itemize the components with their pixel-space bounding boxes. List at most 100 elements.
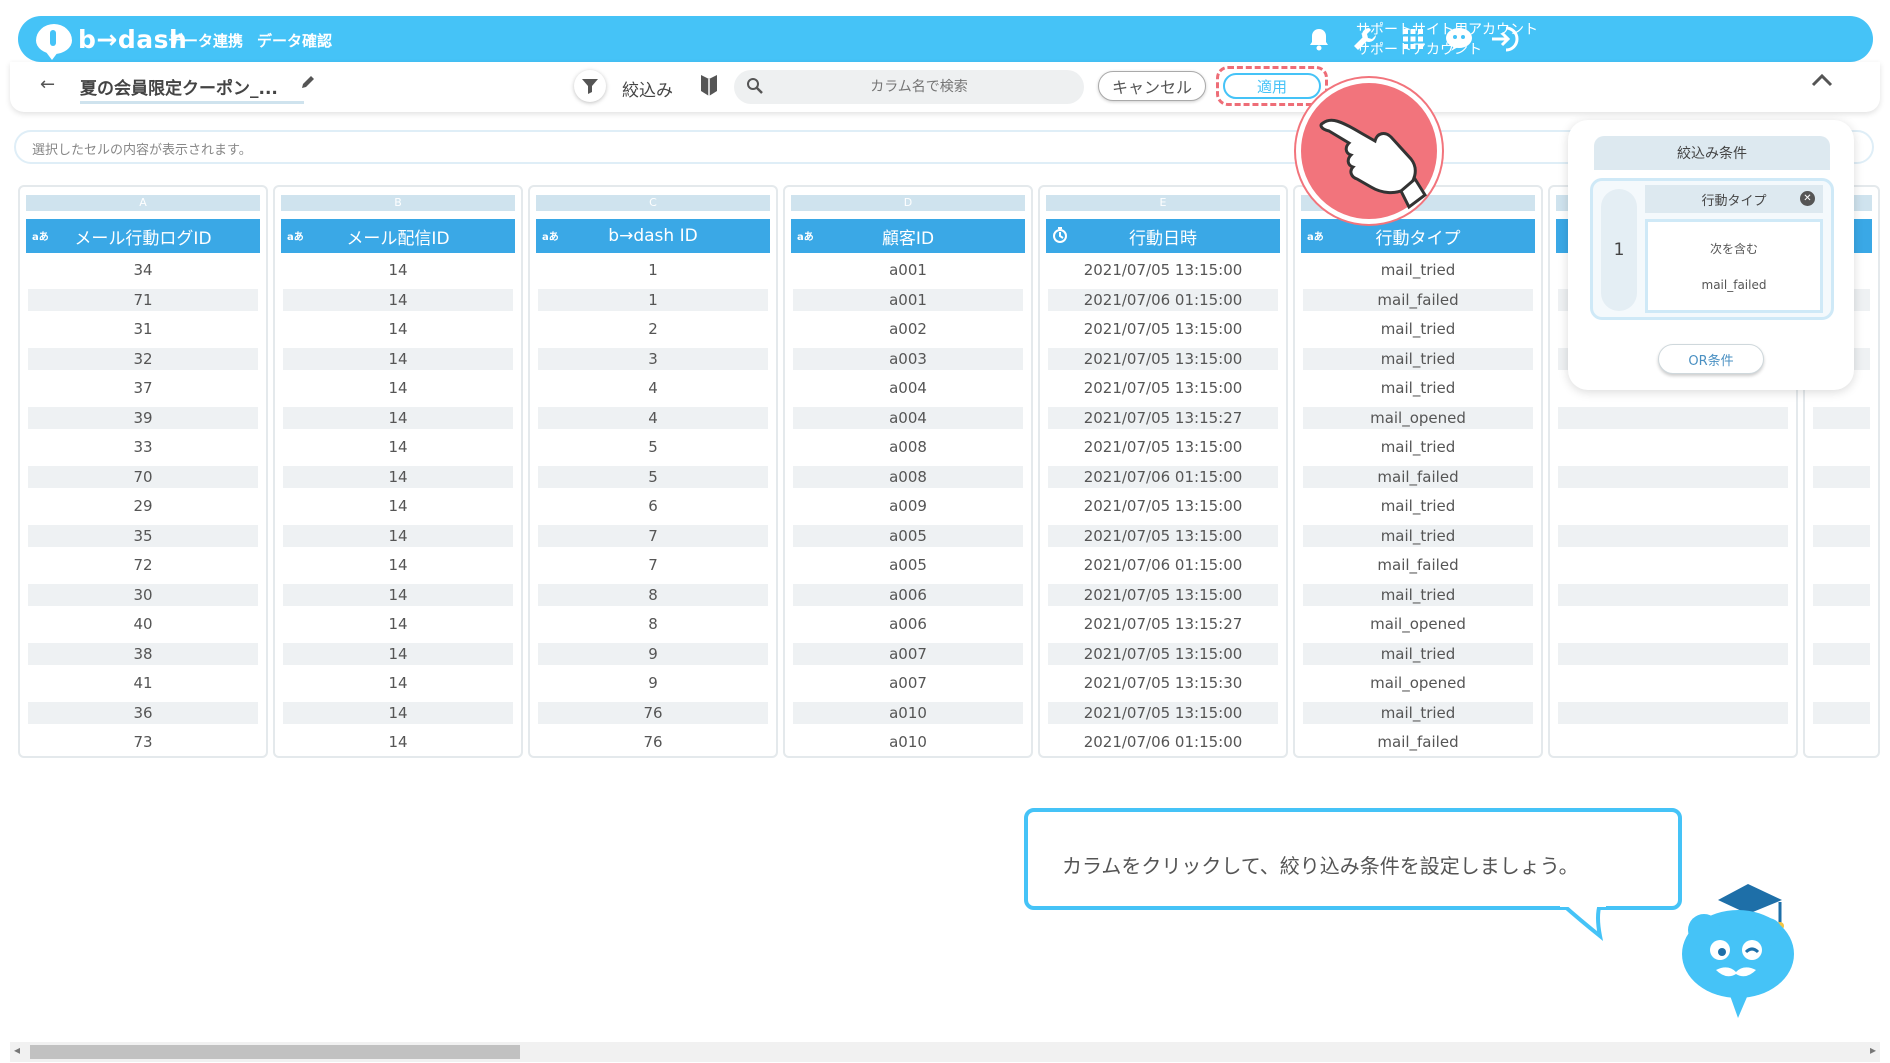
- grid-cell[interactable]: a007: [793, 672, 1023, 694]
- grid-cell[interactable]: [1813, 406, 1870, 429]
- grid-cell[interactable]: [1558, 583, 1788, 606]
- grid-cell[interactable]: a003: [793, 347, 1023, 370]
- back-arrow-icon[interactable]: ←: [40, 74, 55, 95]
- grid-cell[interactable]: 5: [538, 436, 768, 458]
- grid-cell[interactable]: [1813, 583, 1870, 606]
- grid-cell[interactable]: a007: [793, 642, 1023, 665]
- grid-cell[interactable]: 2021/07/05 13:15:00: [1048, 377, 1278, 399]
- condition-field[interactable]: 行動タイプ ✕: [1645, 185, 1823, 213]
- grid-column[interactable]: Faあ行動タイプmail_triedmail_failedmail_triedm…: [1293, 185, 1543, 758]
- grid-cell[interactable]: 2: [538, 318, 768, 340]
- remove-condition-icon[interactable]: ✕: [1800, 191, 1815, 206]
- grid-cell[interactable]: a008: [793, 436, 1023, 458]
- b-dash-logo[interactable]: b→dash: [36, 22, 187, 60]
- horizontal-scrollbar[interactable]: ◂ ▸: [10, 1042, 1880, 1062]
- grid-cell[interactable]: a010: [793, 731, 1023, 753]
- grid-cell[interactable]: mail_tried: [1303, 377, 1533, 399]
- grid-cell[interactable]: 3: [538, 347, 768, 370]
- grid-cell[interactable]: a001: [793, 288, 1023, 311]
- grid-cell[interactable]: 4: [538, 377, 768, 399]
- grid-cell[interactable]: 7: [538, 524, 768, 547]
- grid-cell[interactable]: a002: [793, 318, 1023, 340]
- grid-cell[interactable]: 14: [283, 524, 513, 547]
- grid-cell[interactable]: 70: [28, 465, 258, 488]
- grid-cell[interactable]: 37: [28, 377, 258, 399]
- grid-column[interactable]: Daあ 顧客ID a001 a001 a002 a003 a004 a004 a008 a008 a…: [783, 185, 1033, 758]
- grid-cell[interactable]: 2021/07/06 01:15:00: [1048, 288, 1278, 311]
- grid-cell[interactable]: a006: [793, 613, 1023, 635]
- grid-cell[interactable]: mail_opened: [1303, 406, 1533, 429]
- filter-button[interactable]: [574, 70, 606, 102]
- grid-cell[interactable]: 2021/07/06 01:15:00: [1048, 731, 1278, 753]
- grid-cell[interactable]: 14: [283, 613, 513, 635]
- grid-cell[interactable]: 14: [283, 672, 513, 694]
- wrench-icon[interactable]: [1350, 24, 1380, 54]
- grid-cell[interactable]: 2021/07/05 13:15:00: [1048, 701, 1278, 724]
- grid-cell[interactable]: a008: [793, 465, 1023, 488]
- grid-cell[interactable]: 14: [283, 259, 513, 281]
- grid-cell[interactable]: 2021/07/05 13:15:00: [1048, 318, 1278, 340]
- grid-cell[interactable]: 2021/07/06 01:15:00: [1048, 465, 1278, 488]
- grid-cell[interactable]: 14: [283, 436, 513, 458]
- grid-cell[interactable]: 1: [538, 259, 768, 281]
- grid-cell[interactable]: 9: [538, 672, 768, 694]
- grid-cell[interactable]: 1: [538, 288, 768, 311]
- grid-cell[interactable]: [1813, 701, 1870, 724]
- cancel-button[interactable]: キャンセル: [1098, 71, 1206, 101]
- chevron-up-icon[interactable]: [1810, 72, 1834, 92]
- grid-cell[interactable]: 29: [28, 495, 258, 517]
- scrollbar-thumb[interactable]: [30, 1045, 520, 1059]
- grid-cell[interactable]: [1813, 524, 1870, 547]
- grid-cell[interactable]: a004: [793, 377, 1023, 399]
- grid-cell[interactable]: mail_tried: [1303, 701, 1533, 724]
- grid-cell[interactable]: 72: [28, 554, 258, 576]
- grid-cell[interactable]: 14: [283, 642, 513, 665]
- condition-detail[interactable]: 次を含む mail_failed: [1645, 219, 1823, 313]
- grid-cell[interactable]: mail_failed: [1303, 465, 1533, 488]
- grid-cell[interactable]: mail_tried: [1303, 436, 1533, 458]
- scroll-right-icon[interactable]: ▸: [1870, 1043, 1876, 1057]
- column-header[interactable]: aあ メール行動ログID: [26, 219, 260, 253]
- grid-cell[interactable]: 2021/07/05 13:15:00: [1048, 436, 1278, 458]
- grid-cell[interactable]: 14: [283, 347, 513, 370]
- grid-column[interactable]: Caあ b→dash ID 1 1 2 3 4 4 5 5 6 7 7 8 8 9 9 76 76: [528, 185, 778, 758]
- grid-cell[interactable]: 5: [538, 465, 768, 488]
- grid-cell[interactable]: [1813, 465, 1870, 488]
- grid-cell[interactable]: 41: [28, 672, 258, 694]
- column-header[interactable]: aあ 顧客ID: [791, 219, 1025, 253]
- bell-icon[interactable]: [1304, 24, 1334, 54]
- or-condition-button[interactable]: OR条件: [1658, 344, 1764, 374]
- grid-cell[interactable]: mail_failed: [1303, 731, 1533, 753]
- grid-cell[interactable]: a001: [793, 259, 1023, 281]
- grid-cell[interactable]: 8: [538, 583, 768, 606]
- grid-cell[interactable]: a010: [793, 701, 1023, 724]
- logout-icon[interactable]: [1490, 24, 1520, 54]
- grid-cell[interactable]: 2021/07/05 13:15:00: [1048, 259, 1278, 281]
- grid-cell[interactable]: 40: [28, 613, 258, 635]
- grid-cell[interactable]: 14: [283, 406, 513, 429]
- search-input[interactable]: [774, 75, 1064, 99]
- grid-cell[interactable]: 2021/07/05 13:15:00: [1048, 642, 1278, 665]
- grid-cell[interactable]: 2021/07/05 13:15:00: [1048, 583, 1278, 606]
- grid-cell[interactable]: mail_opened: [1303, 613, 1533, 635]
- grid-cell[interactable]: 7: [538, 554, 768, 576]
- grid-cell[interactable]: 14: [283, 377, 513, 399]
- grid-cell[interactable]: mail_failed: [1303, 554, 1533, 576]
- grid-cell[interactable]: mail_failed: [1303, 288, 1533, 311]
- grid-cell[interactable]: mail_tried: [1303, 583, 1533, 606]
- grid-cell[interactable]: 6: [538, 495, 768, 517]
- grid-cell[interactable]: 14: [283, 701, 513, 724]
- grid-column[interactable]: Baあ メール配信ID 14 14 14 14 14 14 14 14 14 14 14 14 14 14 14…: [273, 185, 523, 758]
- grid-cell[interactable]: 2021/07/05 13:15:30: [1048, 672, 1278, 694]
- grid-cell[interactable]: 38: [28, 642, 258, 665]
- sheet-title[interactable]: 夏の会員限定クーポン_...: [80, 74, 304, 104]
- grid-cell[interactable]: a009: [793, 495, 1023, 517]
- nav-data-check[interactable]: データ確認: [257, 30, 332, 51]
- grid-cell[interactable]: [1558, 524, 1788, 547]
- grid-icon[interactable]: [1398, 24, 1428, 54]
- grid-cell[interactable]: 14: [283, 583, 513, 606]
- grid-cell[interactable]: 4: [538, 406, 768, 429]
- grid-cell[interactable]: 14: [283, 318, 513, 340]
- grid-cell[interactable]: 39: [28, 406, 258, 429]
- grid-cell[interactable]: [1558, 701, 1788, 724]
